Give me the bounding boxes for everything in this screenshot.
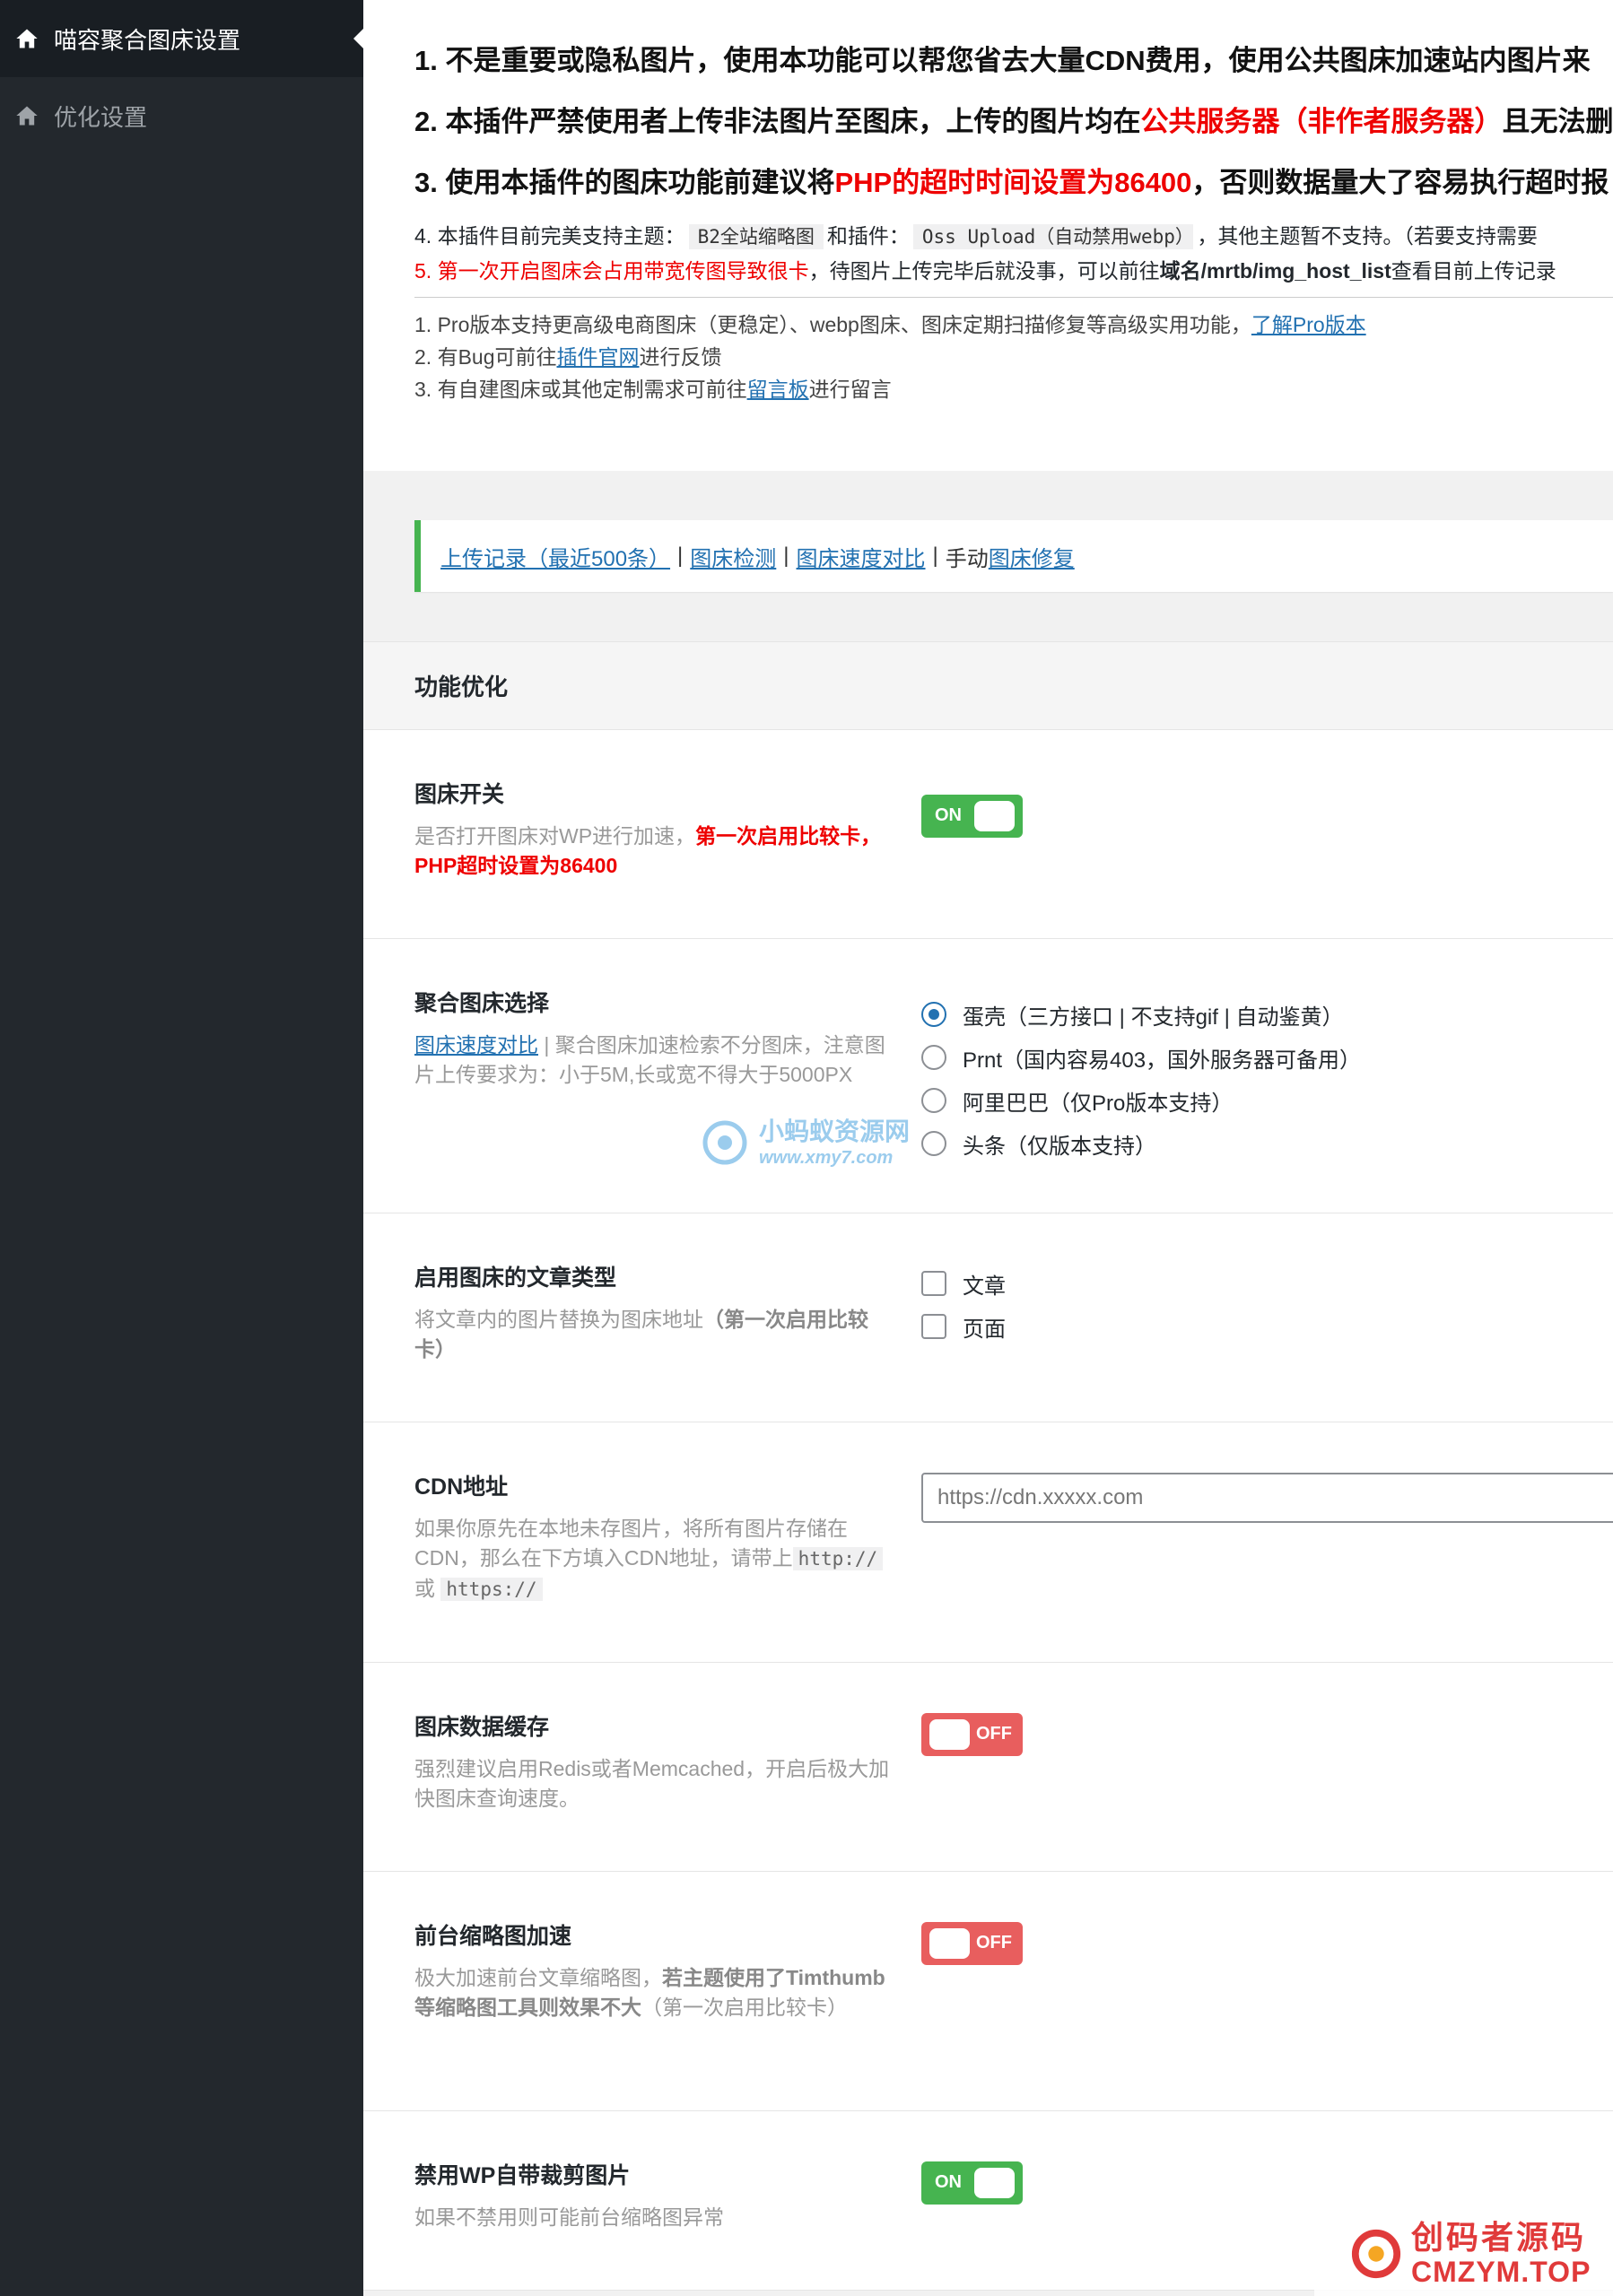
disable-crop-toggle[interactable]: ON bbox=[921, 2161, 1023, 2205]
home-icon bbox=[14, 103, 39, 128]
sidebar-item-optimization[interactable]: 优化设置 bbox=[0, 77, 363, 154]
notice-line-5: 5. 第一次开启图床会占用带宽传图导致很卡，待图片上传完毕后就没事，可以前往域名… bbox=[414, 259, 1556, 283]
setting-row-post-types: 启用图床的文章类型 将文章内的图片替换为图床地址（第一次启用比较卡） 文章 页面 bbox=[363, 1213, 1613, 1422]
post-type-checkboxes: 文章 页面 bbox=[921, 1262, 1006, 1348]
setting-desc: 强烈建议启用Redis或者Memcached，开启后极大加快图床查询速度。 bbox=[414, 1757, 890, 1810]
host-option-toutiao[interactable]: 头条（仅版本支持） bbox=[921, 1122, 1361, 1165]
radio-button[interactable] bbox=[921, 1002, 946, 1027]
notice-line-1: 1. 不是重要或隐私图片，使用本功能可以帮您省去大量CDN费用，使用公共图床加速… bbox=[414, 45, 1591, 76]
setting-desc: 图床速度对比 | 聚合图床加速检索不分图床，注意图片上传要求为：小于5M,长或宽… bbox=[414, 1033, 885, 1086]
sidebar-item-label: 优化设置 bbox=[54, 103, 148, 131]
setting-control: OFF bbox=[921, 1713, 1023, 1756]
learn-pro-link[interactable]: 了解Pro版本 bbox=[1251, 313, 1366, 336]
center-watermark: 小蚂蚁资源网 www.xmy7.com bbox=[700, 1112, 910, 1169]
quick-links-bar: 上传记录（最近500条） | 图床检测 | 图床速度对比 | 手动 图床修复 bbox=[414, 520, 1613, 592]
message-board-link[interactable]: 留言板 bbox=[747, 378, 809, 401]
host-option-prnt[interactable]: Prnt（国内容易403，国外服务器可备用） bbox=[921, 1036, 1361, 1079]
home-icon bbox=[14, 26, 39, 51]
setting-row-host-select: 聚合图床选择 图床速度对比 | 聚合图床加速检索不分图床，注意图片上传要求为：小… bbox=[363, 939, 1613, 1213]
watermark-logo-icon bbox=[1351, 2229, 1401, 2278]
host-check-link[interactable]: 图床检测 bbox=[690, 541, 776, 572]
corner-watermark: 创码者源码 CMZYM.TOP bbox=[1314, 2211, 1613, 2296]
notice-line-2: 2. 本插件严禁使用者上传非法图片至图床，上传的图片均在公共服务器（非作者服务器… bbox=[414, 106, 1613, 137]
setting-control: ON bbox=[921, 795, 1023, 838]
pro-line-1: 1. Pro版本支持更高级电商图床（更稳定）、webp图床、图床定期扫描修复等高… bbox=[414, 313, 1366, 336]
checkbox[interactable] bbox=[921, 1271, 946, 1296]
setting-control bbox=[921, 1473, 1613, 1523]
setting-desc: 是否打开图床对WP进行加速，第一次启用比较卡，PHP超时设置为86400 bbox=[414, 824, 882, 877]
radio-button[interactable] bbox=[921, 1045, 946, 1070]
spacer bbox=[363, 471, 1613, 520]
notice-panel: 1. 不是重要或隐私图片，使用本功能可以帮您省去大量CDN费用，使用公共图床加速… bbox=[363, 0, 1613, 471]
speed-compare-link[interactable]: 图床速度对比 bbox=[797, 541, 926, 572]
notice-line-3: 3. 使用本插件的图床功能前建议将PHP的超时时间设置为86400，否则数据量大… bbox=[414, 167, 1609, 198]
image-host-toggle[interactable]: ON bbox=[921, 795, 1023, 838]
setting-desc: 如果你原先在本地未存图片，将所有图片存储在CDN，那么在下方填入CDN地址，请带… bbox=[414, 1514, 890, 1605]
thumbnail-toggle[interactable]: OFF bbox=[921, 1922, 1023, 1965]
watermark-logo-icon bbox=[702, 1120, 747, 1164]
checkbox[interactable] bbox=[921, 1314, 946, 1339]
setting-control: OFF bbox=[921, 1922, 1023, 1965]
setting-control: ON bbox=[921, 2161, 1023, 2205]
host-repair-link[interactable]: 图床修复 bbox=[989, 541, 1075, 572]
notice-divider bbox=[414, 297, 1613, 298]
setting-label: 启用图床的文章类型 bbox=[414, 1265, 617, 1291]
post-type-post[interactable]: 文章 bbox=[921, 1262, 1006, 1305]
post-type-page[interactable]: 页面 bbox=[921, 1305, 1006, 1348]
upload-log-link[interactable]: 上传记录（最近500条） bbox=[440, 541, 670, 572]
radio-button[interactable] bbox=[921, 1131, 946, 1156]
setting-row-switch: 图床开关 是否打开图床对WP进行加速，第一次启用比较卡，PHP超时设置为8640… bbox=[363, 730, 1613, 939]
setting-row-cdn: CDN地址 如果你原先在本地未存图片，将所有图片存储在CDN，那么在下方填入CD… bbox=[363, 1422, 1613, 1663]
sidebar-item-label: 喵容聚合图床设置 bbox=[54, 26, 241, 54]
host-radio-group: 蛋壳（三方接口 | 不支持gif | 自动鉴黄） Prnt（国内容易403，国外… bbox=[921, 993, 1361, 1165]
sidebar-item-image-host-settings[interactable]: 喵容聚合图床设置 bbox=[0, 0, 363, 77]
manual-label: 手动 bbox=[945, 546, 989, 571]
admin-sidebar: 喵容聚合图床设置 优化设置 bbox=[0, 0, 363, 2296]
main-content: 1. 不是重要或隐私图片，使用本功能可以帮您省去大量CDN费用，使用公共图床加速… bbox=[363, 0, 1613, 2296]
notice-line-4: 4. 本插件目前完美支持主题： B2全站缩略图 和插件： Oss Upload（自动禁… bbox=[414, 224, 1538, 249]
setting-row-cache: 图床数据缓存 强烈建议启用Redis或者Memcached，开启后极大加快图床查… bbox=[363, 1663, 1613, 1872]
cache-toggle[interactable]: OFF bbox=[921, 1713, 1023, 1756]
cdn-url-input[interactable] bbox=[921, 1473, 1613, 1523]
host-option-alibaba[interactable]: 阿里巴巴（仅Pro版本支持） bbox=[921, 1079, 1361, 1122]
setting-desc: 极大加速前台文章缩略图，若主题使用了Timthumb等缩略图工具则效果不大（第一… bbox=[414, 1966, 885, 2019]
setting-desc: 将文章内的图片替换为图床地址（第一次启用比较卡） bbox=[414, 1308, 868, 1361]
setting-desc: 如果不禁用则可能前台缩略图异常 bbox=[414, 2205, 724, 2229]
plugin-site-link[interactable]: 插件官网 bbox=[557, 345, 640, 369]
radio-button[interactable] bbox=[921, 1088, 946, 1113]
pro-line-3: 3. 有自建图床或其他定制需求可前往留言板进行留言 bbox=[414, 378, 892, 401]
pro-line-2: 2. 有Bug可前往插件官网进行反馈 bbox=[414, 345, 722, 369]
section-title: 功能优化 bbox=[363, 641, 1613, 730]
speed-compare-link[interactable]: 图床速度对比 bbox=[414, 1033, 538, 1057]
setting-row-thumb: 前台缩略图加速 极大加速前台文章缩略图，若主题使用了Timthumb等缩略图工具… bbox=[363, 1872, 1613, 2111]
host-option-danke[interactable]: 蛋壳（三方接口 | 不支持gif | 自动鉴黄） bbox=[921, 993, 1361, 1036]
